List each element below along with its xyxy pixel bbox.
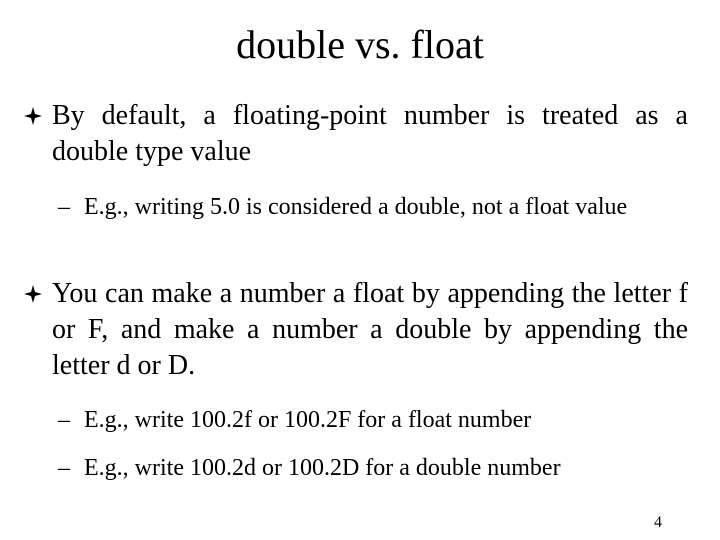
slide: double vs. float By default, a floating-… (0, 0, 720, 540)
bullet-text: By default, a floating-point number is t… (52, 100, 688, 167)
sub-bullet-double-example: – E.g., write 100.2d or 100.2D for a dou… (58, 452, 688, 484)
sub-bullet-float-example: – E.g., write 100.2f or 100.2F for a flo… (58, 404, 688, 436)
sub-bullet-text: E.g., writing 5.0 is considered a double… (84, 194, 628, 220)
sub-bullet-text: E.g., write 100.2d or 100.2D for a doubl… (84, 455, 561, 481)
sub-bullet-text: E.g., write 100.2f or 100.2F for a float… (84, 407, 532, 433)
bullet-text: You can make a number a float by appendi… (52, 278, 688, 381)
four-point-star-icon (24, 107, 42, 125)
sub-bullet-example-5-0: – E.g., writing 5.0 is considered a doub… (58, 191, 688, 223)
slide-title: double vs. float (236, 22, 484, 67)
four-point-star-icon (24, 285, 42, 303)
page-number: 4 (654, 514, 662, 531)
sub-bullet-dash: – (58, 194, 70, 220)
sub-bullet-dash: – (58, 407, 70, 433)
bullet-append-suffix: You can make a number a float by appendi… (22, 276, 688, 384)
sub-bullet-dash: – (58, 455, 70, 481)
bullet-default-double: By default, a floating-point number is t… (22, 98, 688, 170)
